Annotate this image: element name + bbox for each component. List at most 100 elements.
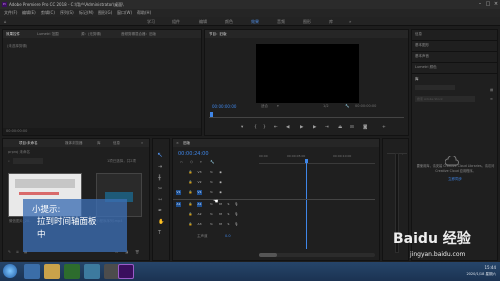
solo-button[interactable]: S <box>226 222 231 227</box>
tab-project[interactable]: 项目:未命名 <box>19 139 38 147</box>
source-patch-v1[interactable]: V1 <box>176 190 181 195</box>
panel-lumetri-color[interactable]: Lumetri 颜色 <box>415 65 437 70</box>
grid-view-icon[interactable]: ▦ <box>490 88 493 92</box>
panel-info[interactable]: 信息 <box>415 32 422 37</box>
track-label[interactable]: V1 <box>197 190 202 195</box>
export-frame-icon[interactable]: ◙ <box>363 125 367 130</box>
ripple-edit-tool-icon[interactable]: ╫ <box>158 175 161 181</box>
tab-media-browser[interactable]: 媒体浏览器 <box>65 139 83 147</box>
taskbar-premiere-icon[interactable] <box>118 264 134 279</box>
maximize-icon[interactable]: □ <box>484 0 492 9</box>
workspace-assembly[interactable]: 组件 <box>172 17 180 26</box>
program-video-view[interactable] <box>256 44 359 103</box>
home-icon[interactable]: ⌂ <box>4 17 7 26</box>
type-tool-icon[interactable]: T <box>158 230 161 236</box>
workspace-effects[interactable]: 效果 <box>251 17 259 26</box>
tab-lumetri-scopes[interactable]: Lumetri 范围 <box>37 30 59 38</box>
program-scrub-bar[interactable] <box>209 112 404 118</box>
tab-libraries[interactable]: 库 <box>97 139 101 147</box>
lock-icon[interactable]: 🔒 <box>188 222 193 227</box>
sync-lock-icon[interactable]: ⇋ <box>209 170 214 175</box>
taskbar-clock[interactable]: 15:44 <box>452 265 496 270</box>
track-label[interactable]: A1 <box>197 202 202 207</box>
selection-tool-icon[interactable]: ↖ <box>157 151 163 159</box>
pen-tool-icon[interactable]: ✒ <box>158 208 162 214</box>
menu-marker[interactable]: 标记(M) <box>79 9 94 17</box>
workspace-audio[interactable]: 音频 <box>277 17 285 26</box>
more-tabs-icon[interactable]: » <box>141 139 143 147</box>
microphone-icon[interactable]: 🎙 <box>234 222 239 227</box>
time-ruler[interactable]: 00:00 00:00:05:00 00:00:10:00 <box>259 152 375 164</box>
microphone-icon[interactable]: 🎙 <box>234 202 239 207</box>
menu-help[interactable]: 帮助(H) <box>137 9 151 17</box>
workspace-graphics[interactable]: 图形 <box>303 17 311 26</box>
menu-clip[interactable]: 剪辑(C) <box>41 9 55 17</box>
timeline-timecode[interactable]: 00:00:24:00 <box>178 151 209 157</box>
taskbar-media-icon[interactable] <box>64 264 80 279</box>
linked-selection-icon[interactable]: ⌬ <box>190 160 193 164</box>
razor-tool-icon[interactable]: ✂ <box>158 186 162 192</box>
mark-out-icon[interactable]: } <box>263 125 266 130</box>
play-icon[interactable]: ▶ <box>300 125 303 130</box>
timeline-settings-icon[interactable]: 🔧 <box>210 160 214 164</box>
add-marker-icon[interactable]: ▾ <box>241 125 243 130</box>
menu-graphics[interactable]: 图形(G) <box>98 9 112 17</box>
tab-program[interactable]: 节目：旧版 <box>209 30 227 38</box>
track-select-tool-icon[interactable]: ⇥ <box>158 164 162 170</box>
close-icon[interactable]: × <box>492 0 500 9</box>
libraries-dropdown[interactable] <box>415 85 455 90</box>
slip-tool-icon[interactable]: ⇿ <box>158 197 162 203</box>
lock-icon[interactable]: 🔒 <box>188 170 193 175</box>
project-search-icon[interactable]: ⌕ <box>8 159 10 163</box>
master-volume-value[interactable]: 0.0 <box>225 234 231 238</box>
timeline-zoom-scrollbar[interactable] <box>259 253 375 257</box>
workspace-libraries[interactable]: 库 <box>329 17 333 26</box>
sync-lock-icon[interactable]: ⇋ <box>209 190 214 195</box>
taskbar-ie-icon[interactable] <box>24 264 40 279</box>
menu-edit[interactable]: 编辑(E) <box>22 9 36 17</box>
panel-libraries[interactable]: 库 <box>415 77 419 82</box>
list-view-icon[interactable]: ≡ <box>490 97 493 101</box>
go-to-in-icon[interactable]: ⇤ <box>274 125 278 130</box>
eye-icon[interactable]: ◉ <box>218 190 223 195</box>
adobe-stock-search-input[interactable]: 搜索 Adobe Stock <box>415 96 475 102</box>
mark-in-icon[interactable]: { <box>254 125 257 130</box>
write-protect-icon[interactable]: ✎ <box>8 250 11 254</box>
hand-tool-icon[interactable]: ✋ <box>158 219 164 225</box>
fit-dropdown[interactable]: 适合 <box>261 104 268 109</box>
lock-icon[interactable]: 🔒 <box>188 180 193 185</box>
menu-sequence[interactable]: 序列(S) <box>60 9 74 17</box>
menu-window[interactable]: 窗口(W) <box>117 9 132 17</box>
close-sequence-icon[interactable]: × <box>176 139 179 147</box>
settings-wrench-icon[interactable]: 🔧 <box>345 104 349 108</box>
mute-button[interactable]: M <box>218 212 223 217</box>
microphone-icon[interactable]: 🎙 <box>234 212 239 217</box>
sync-link[interactable]: 立即同步 <box>440 177 470 182</box>
sync-lock-icon[interactable]: ⇋ <box>209 180 214 185</box>
workspace-learn[interactable]: 学习 <box>147 17 155 26</box>
resolution-dropdown[interactable]: 1/2 <box>323 104 329 108</box>
solo-button[interactable]: S <box>226 212 231 217</box>
lock-icon[interactable]: 🔒 <box>188 202 193 207</box>
source-patch-a1[interactable]: A1 <box>176 202 181 207</box>
tab-audio-clip-mixer[interactable]: 音频剪辑混合器：旧版 <box>121 30 156 38</box>
sync-lock-icon[interactable]: ⇋ <box>209 212 214 217</box>
menu-file[interactable]: 文件(F) <box>4 9 17 17</box>
tab-effect-controls[interactable]: 效果控件 <box>6 30 20 38</box>
project-search-input[interactable] <box>13 158 43 164</box>
trash-icon[interactable]: 🗑 <box>135 250 139 254</box>
fit-chevron-icon[interactable]: ▾ <box>277 104 279 108</box>
lock-icon[interactable]: 🔒 <box>188 212 193 217</box>
tab-info[interactable]: 信息 <box>113 139 120 147</box>
mute-button[interactable]: M <box>218 202 223 207</box>
lock-icon[interactable]: 🔒 <box>188 190 193 195</box>
button-editor-icon[interactable]: + <box>382 125 386 130</box>
list-view-icon[interactable]: ≣ <box>16 250 19 254</box>
workspace-editing[interactable]: 编辑 <box>199 17 207 26</box>
taskbar-date[interactable]: 2020/1/18 星期六 <box>442 272 496 277</box>
program-timecode-left[interactable]: 00:00:00:00 <box>212 104 236 109</box>
solo-button[interactable]: S <box>226 202 231 207</box>
panel-essential-graphics[interactable]: 基本图形 <box>415 43 429 48</box>
extract-icon[interactable]: ⊟ <box>350 125 354 130</box>
taskbar-explorer-icon[interactable] <box>44 264 60 279</box>
